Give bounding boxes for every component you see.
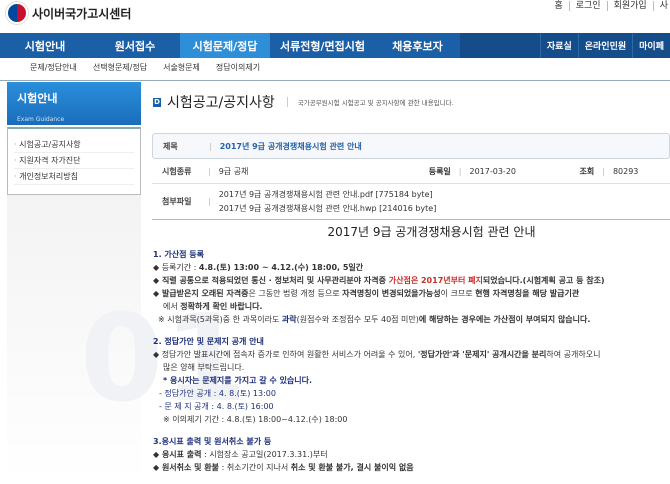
text: 현행 자격명칭을 해당 발급기관 — [475, 289, 580, 298]
post-info: 제목 | 2017년 9급 공개경쟁채용시험 관련 안내 시험종류 | 9급 공채 등록일… — [152, 133, 670, 220]
title-badge-icon: D — [153, 97, 161, 107]
text: 되었습니다.(시험계획 공고 등 참조) — [482, 276, 605, 285]
views-label: 조회 — [579, 166, 595, 176]
exam-type: 9급 공채 — [218, 166, 249, 176]
site-logo[interactable]: 사이버국가고시센터 — [6, 2, 131, 24]
text: 에 해당하는 경우에는 가산점이 부여되지 않습니다. — [418, 315, 591, 324]
post-date: 2017-03-20 — [469, 166, 517, 176]
post-title: 2017년 9급 공개경쟁채용시험 관련 안내 — [219, 141, 362, 151]
divider — [0, 80, 670, 81]
views-count: 80293 — [612, 166, 639, 176]
page-header: D 시험공고/공지사항 국가공무원시험 시험공고 및 공지사항에 관한 내용입니다. — [153, 92, 454, 112]
file-link-hwp[interactable]: 2017년 9급 공개경쟁채용시험 관련 안내.hwp [214016 byte… — [219, 202, 437, 216]
text: 4.8.(토) 13:00 ~ 4.12.(수) 18:00, 5일간 — [198, 263, 364, 272]
text: ◆ 직렬 공통으로 적용되었던 통신 · 정보처리 및 사무관리분야 자격증 — [153, 276, 389, 285]
text: 정확하게 확인 바랍니다. — [180, 302, 263, 311]
page-desc: 국가공무원시험 시험공고 및 공지사항에 관한 내용입니다. — [286, 97, 454, 107]
text: ◆ 등록기간 : — [153, 263, 199, 272]
sidebar-title: 시험안내 — [17, 92, 58, 105]
subnav-item[interactable]: 정답이의제기 — [216, 62, 260, 73]
subnav-item[interactable]: 서술형문제 — [163, 62, 200, 73]
text: 이 크므로 — [440, 289, 476, 298]
text: ◆ 정답가안 발표시간에 접속자 증가로 인하여 원활한 서비스가 어려울 수 … — [153, 350, 418, 359]
sub-nav: 문제/정답안내 선택형문제/정답 서술형문제 정답이의제기 — [30, 62, 260, 73]
article-body: 2017년 9급 공개경쟁채용시험 관련 안내 1. 가산점 등록 ◆ 등록기간… — [153, 226, 670, 474]
sidebar-menu: 시험공고/공지사항 지원자격 자가진단 개인정보처리방침 — [7, 127, 141, 195]
subnav-item[interactable]: 문제/정답안내 — [30, 62, 77, 73]
text: 가산점은 2017년부터 폐지 — [388, 276, 483, 285]
nav-interview[interactable]: 서류전형/면접시험 — [270, 33, 375, 58]
text: - 정답가안 공개 : 4. 8.(토) 13:00 — [159, 389, 276, 398]
title-label: 제목 — [163, 141, 178, 151]
nav-exam-guide[interactable]: 시험안내 — [0, 33, 90, 58]
sidebar-item-self-check[interactable]: 지원자격 자가진단 — [14, 153, 134, 169]
text: ◆ 응시표 출력 — [153, 450, 202, 459]
text: 에서 — [163, 302, 181, 311]
section-2: 2. 정답가안 및 문제지 공개 안내 ◆ 정답가안 발표시간에 접속자 증가로… — [153, 335, 670, 426]
main-nav: 시험안내 원서접수 시험문제/정답 서류전형/면접시험 채용후보자 자료실 온라인… — [0, 33, 670, 58]
text: 하여 공개하오니 — [546, 350, 601, 359]
text: 과락 — [281, 315, 297, 324]
emblem-icon — [6, 2, 28, 24]
type-label: 시험종류 — [162, 166, 192, 176]
link-login[interactable]: 로그인 — [568, 1, 601, 11]
nav-mypage[interactable]: 마이페 — [632, 33, 670, 58]
page-title: 시험공고/공지사항 — [167, 95, 275, 111]
section-3: 3.응시표 출력 및 원서취소 불가 등 ◆ 응시표 출력 : 시험장소 공고일… — [153, 435, 670, 474]
text: ※ 이의제기 기간 : 4.8.(토) 18:00~4.12.(수) 18:00 — [163, 415, 348, 424]
files-label: 첨부파일 — [162, 197, 192, 206]
text: 자격명칭이 변경되었을가능성 — [342, 289, 441, 298]
text: '정답가안'과 '문제지' 공개시간을 분리 — [417, 350, 547, 359]
article-heading: 2017년 9급 공개경쟁채용시험 관련 안내 — [327, 225, 536, 239]
text: 은 그동안 법령 개정 등으로 — [248, 289, 343, 298]
section-1: 1. 가산점 등록 ◆ 등록기간 : 4.8.(토) 13:00 ~ 4.12.… — [153, 248, 670, 326]
link-home[interactable]: 홈 — [548, 1, 562, 11]
text: ◆ 원서취소 및 환불 — [153, 463, 220, 472]
nav-library[interactable]: 자료실 — [539, 33, 578, 58]
text: : 취소기간이 지나서 — [219, 463, 291, 472]
section-heading: 3.응시표 출력 및 원서취소 불가 등 — [153, 437, 272, 446]
nav-civil[interactable]: 온라인민원 — [577, 33, 632, 58]
nav-questions-answers[interactable]: 시험문제/정답 — [180, 33, 270, 58]
text: 취소 및 환불 불가, 결시 불이익 없음 — [290, 463, 414, 472]
sidebar-header: 시험안내 Exam Guidance — [7, 82, 141, 125]
text: ※ 시험과목(5과목)중 한 과목이라도 — [158, 315, 282, 324]
nav-candidates[interactable]: 채용후보자 — [375, 33, 460, 58]
text: : 시험장소 공고일(2017.3.31.)부터 — [201, 450, 328, 459]
link-join[interactable]: 회원가입 — [606, 1, 647, 11]
file-link-pdf[interactable]: 2017년 9급 공개경쟁채용시험 관련 안내.pdf [775184 byte… — [219, 188, 437, 202]
text: - 문 제 지 공개 : 4. 8.(토) 16:00 — [159, 402, 274, 411]
subnav-item[interactable]: 선택형문제/정답 — [93, 62, 147, 73]
sidebar-item-privacy[interactable]: 개인정보처리방침 — [14, 169, 134, 185]
section-heading: 2. 정답가안 및 문제지 공개 안내 — [153, 337, 264, 346]
sidebar-subtitle: Exam Guidance — [17, 116, 65, 123]
link-sitemap[interactable]: 사 — [652, 1, 668, 11]
text: (원점수와 조정점수 모두 40점 미만) — [296, 315, 419, 324]
top-links: 홈 로그인 회원가입 사 — [542, 1, 668, 12]
date-label: 등록일 — [428, 166, 451, 176]
site-name: 사이버국가고시센터 — [32, 6, 132, 21]
text: * 응시자는 문제지를 가지고 갈 수 있습니다. — [163, 376, 313, 385]
section-heading: 1. 가산점 등록 — [153, 250, 204, 259]
text: 많은 양해 부탁드립니다. — [163, 363, 245, 372]
nav-application[interactable]: 원서접수 — [90, 33, 180, 58]
sidebar-item-notice[interactable]: 시험공고/공지사항 — [14, 137, 134, 153]
text: ◆ 발급받은지 오래된 자격증 — [153, 289, 249, 298]
